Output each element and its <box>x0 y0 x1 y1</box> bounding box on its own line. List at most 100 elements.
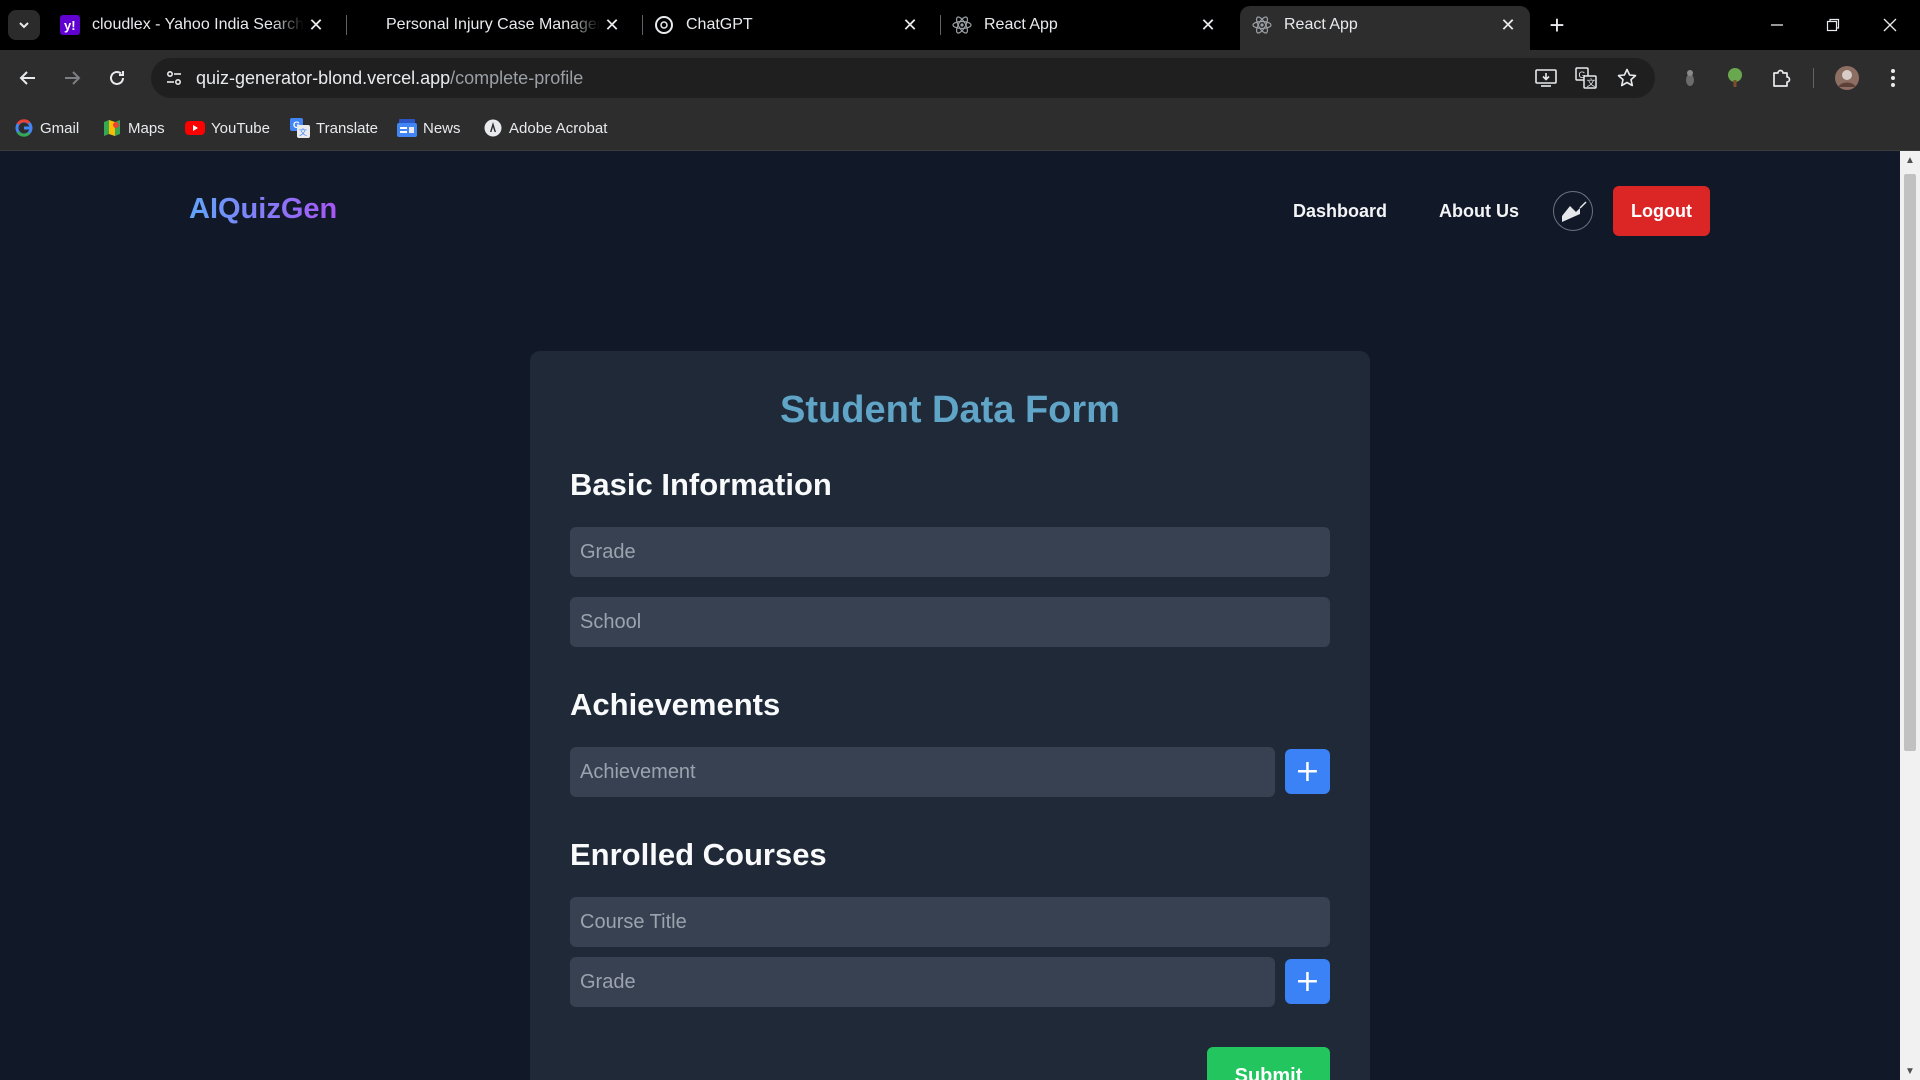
url-text: quiz-generator-blond.vercel.app/complete… <box>196 68 583 89</box>
scroll-up-arrow-icon[interactable]: ▲ <box>1900 151 1920 169</box>
bookmark-label: YouTube <box>211 119 270 137</box>
nav-about-link[interactable]: About Us <box>1439 201 1519 222</box>
bookmark-maps[interactable]: Maps <box>102 115 165 141</box>
news-icon <box>397 118 417 138</box>
close-icon[interactable]: ✕ <box>1196 13 1220 37</box>
course-title-input[interactable] <box>570 897 1330 947</box>
browser-toolbar: quiz-generator-blond.vercel.app/complete… <box>0 50 1920 106</box>
section-heading-achievements: Achievements <box>570 687 781 722</box>
url-host: quiz-generator-blond.vercel.app <box>196 67 451 88</box>
svg-text:文: 文 <box>299 127 307 137</box>
plus-icon: + <box>1294 754 1321 789</box>
plus-icon: + <box>1294 964 1321 999</box>
bookmark-translate[interactable]: G文 Translate <box>290 115 378 141</box>
page-viewport: AIQuizGen Dashboard About Us Logout Stud… <box>0 151 1900 1080</box>
translate-icon: G文 <box>290 118 310 138</box>
profile-avatar[interactable] <box>1832 63 1862 93</box>
svg-text:文: 文 <box>1587 77 1596 89</box>
bookmark-label: Gmail <box>40 119 80 137</box>
svg-text:y!: y! <box>64 18 76 33</box>
section-heading-basic: Basic Information <box>570 467 832 502</box>
extension-icon[interactable] <box>1675 63 1705 93</box>
tab-react-app-active[interactable]: React App ✕ <box>1240 6 1530 50</box>
minimize-button[interactable] <box>1757 8 1797 42</box>
arrow-left-icon <box>19 71 35 85</box>
bookmark-youtube[interactable]: YouTube <box>185 115 270 141</box>
close-icon[interactable]: ✕ <box>600 13 624 37</box>
tab-title: ChatGPT <box>686 16 753 33</box>
app-logo[interactable]: AIQuizGen <box>189 193 337 226</box>
close-window-button[interactable] <box>1870 8 1910 42</box>
bookmark-adobe-acrobat[interactable]: Adobe Acrobat <box>483 115 607 141</box>
bookmarks-bar: Gmail Maps YouTube G文 Translate News Ado… <box>0 106 1920 151</box>
course-grade-input[interactable] <box>570 957 1275 1007</box>
site-info-icon[interactable] <box>159 63 189 93</box>
student-form-card: Student Data Form Basic Information Achi… <box>530 351 1370 1080</box>
address-bar[interactable]: quiz-generator-blond.vercel.app/complete… <box>151 58 1655 98</box>
form-title: Student Data Form <box>780 389 1120 431</box>
bookmark-label: News <box>423 119 461 137</box>
add-course-button[interactable]: + <box>1285 959 1330 1004</box>
tab-personal-injury[interactable]: Personal Injury Case Manageme ✕ <box>374 7 634 43</box>
bookmark-gmail[interactable]: Gmail <box>14 115 79 141</box>
minimize-icon <box>1771 24 1783 26</box>
chatgpt-icon <box>654 15 674 35</box>
bookmark-star-icon[interactable] <box>1613 64 1641 92</box>
close-icon[interactable]: ✕ <box>898 13 922 37</box>
acrobat-icon <box>483 118 503 138</box>
bookmark-label: Maps <box>128 119 165 137</box>
add-achievement-button[interactable]: + <box>1285 749 1330 794</box>
toolbar-separator <box>1813 68 1814 88</box>
maps-icon <box>102 118 122 138</box>
google-icon <box>14 118 34 138</box>
tab-separator <box>346 15 347 35</box>
achievement-input[interactable] <box>570 747 1275 797</box>
tab-title: React App <box>1284 16 1358 33</box>
restore-icon <box>1826 18 1840 32</box>
forward-button[interactable] <box>56 62 88 94</box>
back-button[interactable] <box>12 62 44 94</box>
tab-title: Personal Injury Case Manageme <box>386 16 600 33</box>
tab-strip: y! cloudlex - Yahoo India Search R ✕ Per… <box>0 0 1920 50</box>
youtube-icon <box>185 118 205 138</box>
school-input[interactable] <box>570 597 1330 647</box>
new-tab-button[interactable]: + <box>1542 10 1572 40</box>
more-menu-icon[interactable] <box>1878 63 1908 93</box>
user-avatar[interactable] <box>1553 191 1593 231</box>
logout-button[interactable]: Logout <box>1613 186 1710 236</box>
arrow-right-icon <box>65 71 81 85</box>
close-icon[interactable]: ✕ <box>304 13 328 37</box>
nav-dashboard-link[interactable]: Dashboard <box>1293 201 1387 222</box>
close-icon <box>1883 18 1897 32</box>
section-heading-courses: Enrolled Courses <box>570 837 827 872</box>
bookmark-news[interactable]: News <box>397 115 461 141</box>
extension-tree-icon[interactable] <box>1720 63 1750 93</box>
bookmark-label: Adobe Acrobat <box>509 119 608 137</box>
install-app-icon[interactable] <box>1532 64 1560 92</box>
react-icon <box>952 15 972 35</box>
react-icon <box>1252 15 1272 35</box>
bookmark-label: Translate <box>316 119 378 137</box>
url-path: /complete-profile <box>450 67 584 88</box>
tab-title: cloudlex - Yahoo India Search R <box>92 16 304 33</box>
restore-button[interactable] <box>1813 8 1853 42</box>
app-navbar: AIQuizGen Dashboard About Us Logout <box>0 151 1900 271</box>
submit-button[interactable]: Submit <box>1207 1047 1330 1080</box>
tab-search-button[interactable] <box>8 10 40 40</box>
extensions-puzzle-icon[interactable] <box>1766 63 1796 93</box>
scroll-thumb[interactable] <box>1904 174 1916 751</box>
grade-input[interactable] <box>570 527 1330 577</box>
close-icon[interactable]: ✕ <box>1496 13 1520 37</box>
chevron-down-icon <box>19 22 29 29</box>
translate-page-icon[interactable]: G文 <box>1572 64 1600 92</box>
reload-button[interactable] <box>101 62 133 94</box>
tab-chatgpt[interactable]: ChatGPT ✕ <box>642 7 932 43</box>
broken-image-icon <box>1562 201 1587 222</box>
tab-title: React App <box>984 16 1058 33</box>
reload-icon <box>110 70 124 85</box>
yahoo-icon: y! <box>60 15 80 35</box>
tab-yahoo[interactable]: y! cloudlex - Yahoo India Search R ✕ <box>48 7 338 43</box>
page-scrollbar[interactable]: ▲ ▼ <box>1900 151 1920 1080</box>
tab-react-app[interactable]: React App ✕ <box>940 7 1230 43</box>
scroll-down-arrow-icon[interactable]: ▼ <box>1900 1062 1920 1080</box>
